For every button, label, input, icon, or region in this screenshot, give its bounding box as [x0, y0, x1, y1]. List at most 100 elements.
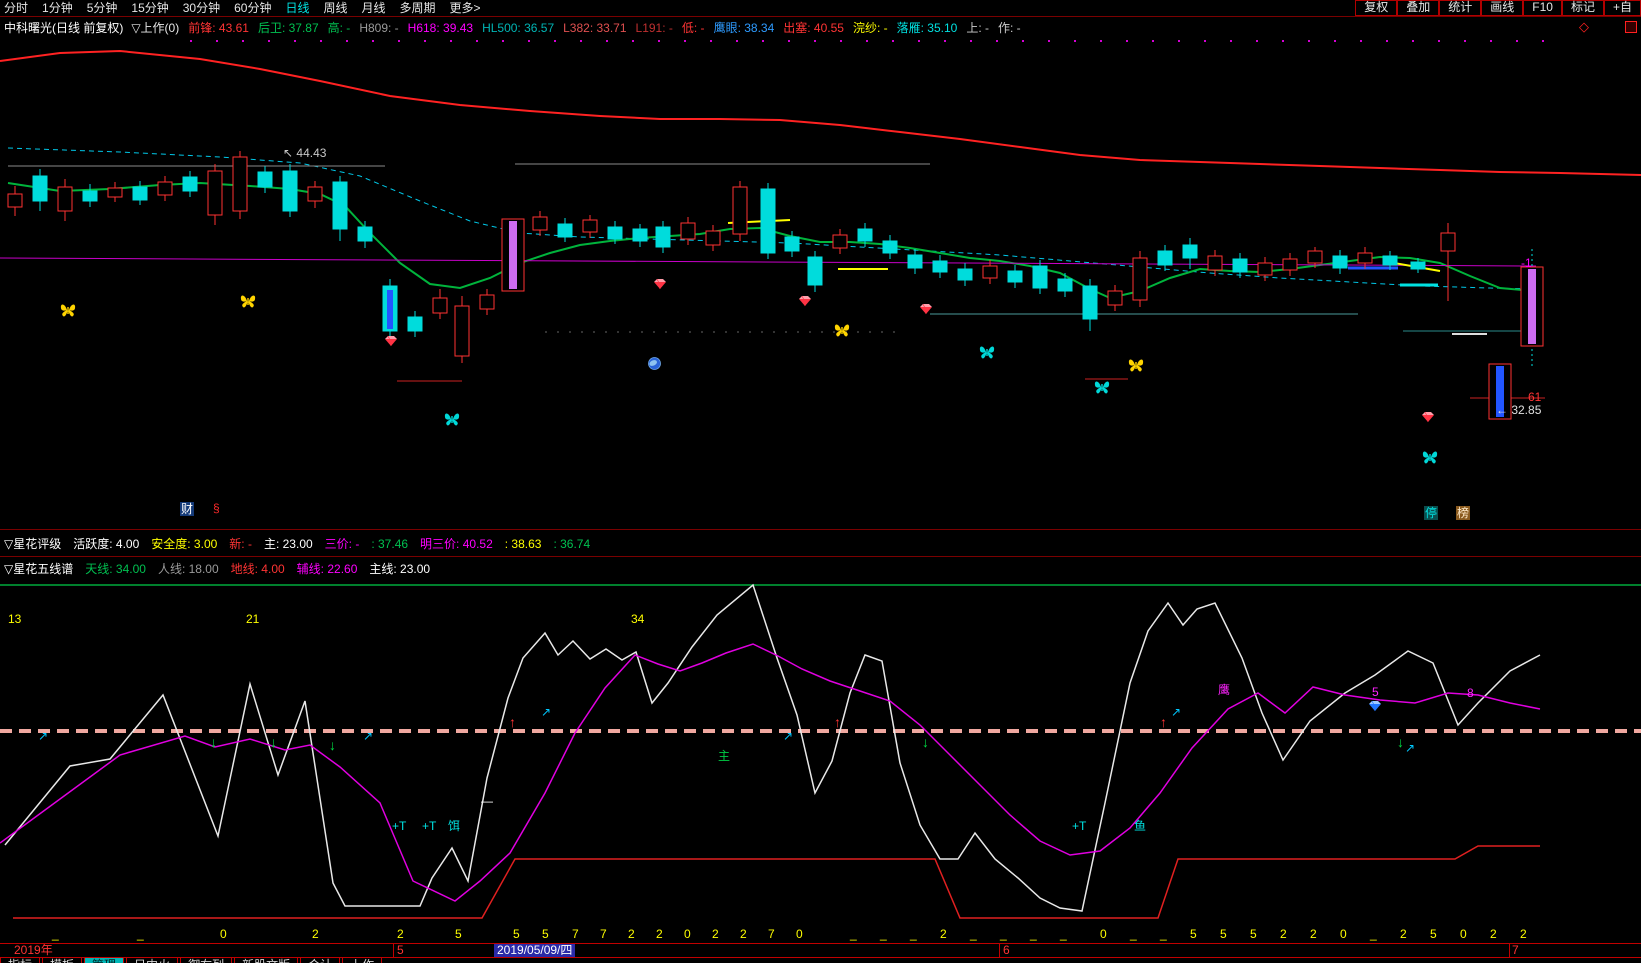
period-menu-item-1分钟[interactable]: 1分钟 — [42, 1, 73, 16]
candle — [932, 255, 948, 278]
indicator-field: 活跃度: 4.00 — [73, 536, 140, 551]
period-menu-item-更多>[interactable]: 更多> — [450, 1, 481, 16]
period-menu-item-周线[interactable]: 周线 — [323, 1, 347, 16]
period-menu-item-日线[interactable]: 日线 — [285, 1, 309, 16]
signal-number: 5 — [455, 927, 462, 941]
chart-label: ↑ — [834, 714, 841, 730]
chart-label: 主 — [718, 749, 731, 763]
candle — [582, 215, 598, 238]
period-menu-item-多周期[interactable]: 多周期 — [400, 1, 436, 16]
chart-label: ↗ — [541, 705, 552, 719]
bottom-tab-管理[interactable]: 管理 — [84, 958, 125, 963]
candle — [882, 235, 898, 259]
candle — [1057, 273, 1073, 297]
candle — [732, 181, 748, 241]
chart-label: ↓ — [329, 737, 336, 753]
infobar-right-icons: ◇ — [1579, 19, 1637, 35]
bottom-tab-御右列[interactable]: 御右列 — [180, 958, 233, 963]
bottom-tab-模板[interactable]: 模板 — [42, 958, 83, 963]
chart-label: 21 — [246, 612, 260, 626]
toolbar-button-复权[interactable]: 复权 — [1355, 0, 1398, 16]
date-axis-row[interactable]: 2019年 2019/05/09/四 5 6 7 — [0, 943, 1641, 958]
chart-label: ↓ — [210, 734, 217, 750]
indicator-field: : 38.63 — [504, 536, 542, 551]
selected-date-label: 2019/05/09/四 — [494, 944, 576, 957]
candle — [182, 171, 198, 197]
toolbar-button-+自[interactable]: +自 — [1603, 0, 1641, 16]
line-floor-red — [13, 845, 1540, 919]
indicator-field: 高: - — [327, 20, 351, 35]
candlestick-chart[interactable]: ↖ 44.43 -1 61 ← 32.85 财 § 停榜 — [0, 37, 1641, 529]
candle — [832, 229, 848, 254]
chart-label: 鹰 — [1218, 683, 1231, 697]
bottom-tab-新股文版[interactable]: 新股文版 — [234, 958, 299, 963]
signal-number: 5 — [1430, 927, 1437, 941]
date-tick-label: 7 — [1512, 943, 1519, 957]
chart-label: +T — [1072, 819, 1087, 833]
chart-label: ↑ — [509, 714, 516, 730]
signal-number: 7 — [572, 927, 579, 941]
bottom-tab-上作[interactable]: 上作 — [342, 958, 383, 963]
toolbar-button-叠加[interactable]: 叠加 — [1397, 0, 1440, 16]
chart-label: +T — [422, 819, 437, 833]
indicator-field: L191: - — [635, 20, 673, 35]
diamond-icon[interactable]: ◇ — [1579, 19, 1589, 35]
bottom-tab-合计[interactable]: 合计 — [300, 958, 341, 963]
toolbar-button-标记[interactable]: 标记 — [1561, 0, 1604, 16]
candle — [1357, 247, 1373, 269]
red-box-icon[interactable] — [1625, 21, 1637, 33]
signal-number: _ — [1000, 927, 1007, 941]
candle — [332, 176, 348, 241]
indicator-field: 地线: 4.00 — [230, 561, 285, 576]
bottom-tab-指标[interactable]: 指标 — [0, 958, 41, 963]
signal-number: 5 — [1190, 927, 1197, 941]
indicator-field: 前锋: 43.61 — [188, 20, 249, 35]
indicator-field: 主: 23.00 — [263, 536, 313, 551]
candle — [479, 289, 495, 315]
period-menu-item-5分钟[interactable]: 5分钟 — [87, 1, 118, 16]
indicator-group-toggle[interactable]: ▽上作(0) — [131, 19, 179, 36]
toolbar-button-统计[interactable]: 统计 — [1439, 0, 1482, 16]
signal-number: 2 — [712, 927, 719, 941]
candle — [132, 181, 148, 205]
signal-number: _ — [1060, 927, 1067, 941]
period-menu-item-30分钟[interactable]: 30分钟 — [183, 1, 220, 16]
indicator-field: HL500: 36.57 — [482, 20, 555, 35]
period-menu-item-月线[interactable]: 月线 — [362, 1, 386, 16]
signal-number: 2 — [1520, 927, 1527, 941]
signal-number: _ — [880, 927, 887, 941]
chart-label: ↗ — [783, 729, 794, 743]
period-menu-item-15分钟[interactable]: 15分钟 — [131, 1, 168, 16]
trading-app-window: 分时 1分钟 5分钟 15分钟 30分钟 60分钟 日线 周线 月线 多周期 更多> 复权 叠加 统计画… — [0, 0, 1641, 963]
candle — [1032, 260, 1048, 294]
candle — [807, 251, 823, 292]
candle — [532, 211, 548, 236]
date-grid-line — [999, 944, 1000, 957]
candle — [407, 311, 423, 337]
indicator-field: 上: - — [966, 20, 990, 35]
toolbar-button-F10[interactable]: F10 — [1523, 0, 1562, 16]
signal-numbers-row: _ _ 0 2 2 5 5 5 7 7 2 2 0 2 2 7 0 _ _ _ 2 _ _ _ _ 0 _ _ 5 5 5 2 2 0 _ 2 5 0 2 2 — [0, 925, 1641, 943]
signal-number: 2 — [1280, 927, 1287, 941]
period-menu-item-分时[interactable]: 分时 — [4, 1, 28, 16]
candle — [705, 225, 721, 251]
toolbar-button-画线[interactable]: 画线 — [1481, 0, 1524, 16]
candle — [760, 183, 776, 259]
candle — [1157, 245, 1173, 271]
period-menu-item-60分钟[interactable]: 60分钟 — [234, 1, 271, 16]
indicator-field: 低: - — [681, 20, 705, 35]
bottom-tab-日内火[interactable]: 日内火 — [126, 958, 179, 963]
signal-number: _ — [1130, 927, 1137, 941]
chart-label: 8 — [1467, 686, 1474, 700]
fiveline-indicator-row: ▽星花五线谱 天线: 34.00 人线: 18.00 地线: 4.00 辅线: 22.… — [0, 556, 1641, 579]
line-ma-red — [0, 49, 1641, 176]
candle — [357, 221, 373, 248]
fiveline-row-title[interactable]: ▽星花五线谱 — [4, 560, 73, 577]
rating-row-title[interactable]: ▽星花评级 — [4, 535, 61, 552]
chart-label: ← 32.85 — [1496, 403, 1542, 417]
signal-number: 2 — [940, 927, 947, 941]
indicator-field: 鹰眼: 38.34 — [713, 20, 775, 35]
candle — [7, 186, 23, 216]
oscillator-chart[interactable]: 13 21 34 主 鹰 5 8 +T +T 饵 +T 鱼 — ↓ ↓ ↓ ↓ ↓ ↑ ↑ ↑ ↗ ↗ ↗ ↗ ↗ ↗ — [0, 579, 1641, 925]
candle — [1520, 266, 1544, 347]
